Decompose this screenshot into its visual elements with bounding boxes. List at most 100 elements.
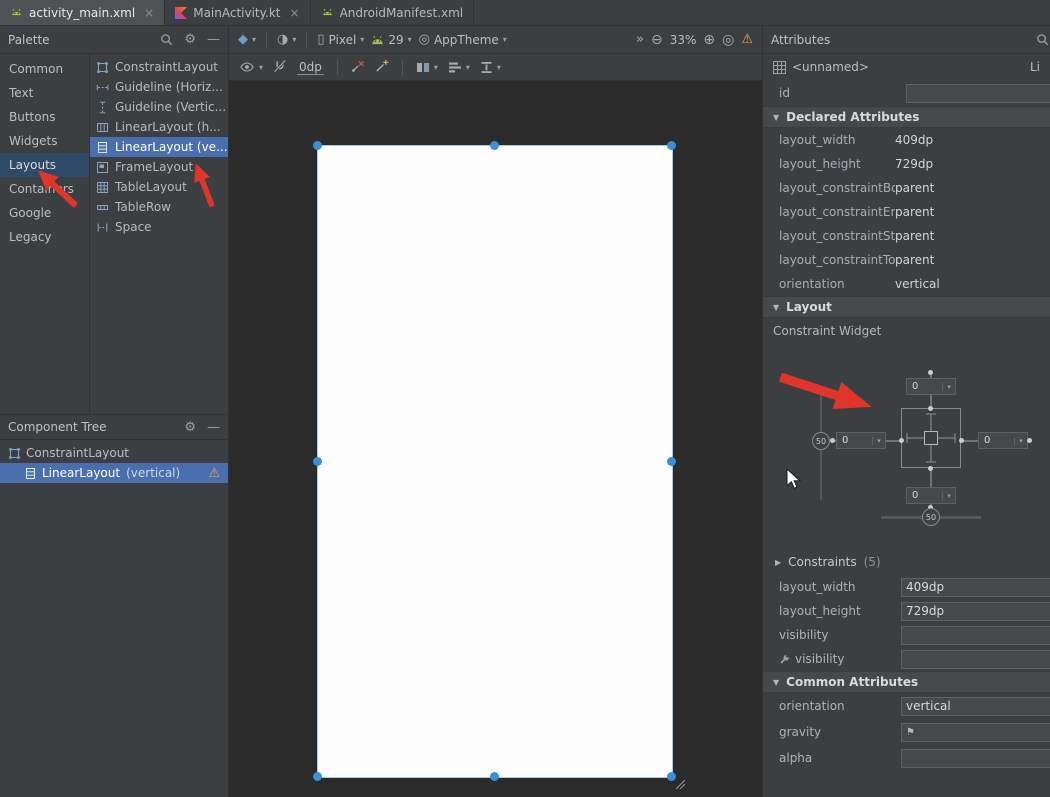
- clear-constraints-button[interactable]: [351, 59, 365, 76]
- zoom-to-fit-button[interactable]: ◎: [722, 33, 734, 47]
- margin-bottom-dropdown[interactable]: 0▾: [906, 487, 956, 504]
- tree-item-linearlayout-vertical[interactable]: LinearLayout(vertical) ⚠: [0, 463, 228, 483]
- minimize-icon[interactable]: —: [207, 421, 220, 434]
- close-icon[interactable]: ×: [290, 6, 300, 20]
- warning-icon[interactable]: ⚠: [208, 467, 220, 480]
- tab-activity-main-xml[interactable]: activity_main.xml ×: [0, 0, 165, 25]
- declared-row[interactable]: orientationvertical: [763, 272, 1050, 296]
- zoom-out-button[interactable]: ⊖: [651, 33, 663, 47]
- space-icon: [96, 221, 109, 234]
- align-menu[interactable]: ▾: [448, 61, 470, 74]
- palette-item-linearlayout-vertical[interactable]: LinearLayout (ve...: [90, 137, 228, 157]
- declared-row[interactable]: layout_constraintBottoparent: [763, 176, 1050, 200]
- palette-item-linearlayout-horizontal[interactable]: LinearLayout (h...: [90, 117, 228, 137]
- declared-row[interactable]: layout_constraintStart_parent: [763, 224, 1050, 248]
- autoconnect-toggle[interactable]: [273, 59, 287, 76]
- palette-category-google[interactable]: Google: [0, 201, 89, 225]
- palette-item-tablelayout[interactable]: TableLayout: [90, 177, 228, 197]
- close-icon[interactable]: ×: [144, 6, 154, 20]
- layout-height-input[interactable]: [901, 602, 1050, 621]
- margin-top-dropdown[interactable]: 0▾: [906, 378, 956, 395]
- constraint-anchor-dot[interactable]: [1027, 438, 1032, 443]
- selection-handle-top-center[interactable]: [490, 141, 499, 150]
- palette-item-guideline-horizontal[interactable]: Guideline (Horiz...: [90, 77, 228, 97]
- pack-menu[interactable]: ▾: [416, 61, 438, 74]
- constraint-widget[interactable]: 0▾ 0▾ 0▾ 0▾ 50 50: [763, 344, 1050, 549]
- layout-section[interactable]: ▼ Layout: [763, 296, 1050, 318]
- palette-item-framelayout[interactable]: FrameLayout: [90, 157, 228, 177]
- palette-category-widgets[interactable]: Widgets: [0, 129, 89, 153]
- visibility-input[interactable]: [901, 626, 1050, 645]
- search-icon[interactable]: [160, 33, 173, 46]
- declared-row[interactable]: layout_constraintEnd_tparent: [763, 200, 1050, 224]
- palette-category-text[interactable]: Text: [0, 81, 89, 105]
- api-level-selector[interactable]: 29▾: [371, 33, 411, 47]
- alpha-input[interactable]: [901, 749, 1050, 768]
- tab-mainactivity-kt[interactable]: MainActivity.kt ×: [165, 0, 310, 25]
- night-mode-selector[interactable]: ◑▾: [277, 33, 296, 46]
- selection-handle-middle-right[interactable]: [667, 457, 676, 466]
- declared-attributes-section[interactable]: ▼ Declared Attributes: [763, 106, 1050, 128]
- constraint-anchor-dot[interactable]: [928, 466, 933, 471]
- selection-handle-bottom-left[interactable]: [313, 772, 322, 781]
- layout-width-input[interactable]: [901, 578, 1050, 597]
- default-margin-selector[interactable]: 0dp: [297, 60, 324, 75]
- design-canvas[interactable]: [229, 81, 762, 797]
- palette-category-layouts[interactable]: Layouts: [0, 153, 89, 177]
- minimize-icon[interactable]: —: [207, 33, 220, 46]
- vertical-bias-handle[interactable]: 50: [812, 432, 830, 450]
- selection-handle-top-left[interactable]: [313, 141, 322, 150]
- design-surface-selector[interactable]: ◆▾: [238, 33, 256, 46]
- selection-handle-middle-left[interactable]: [313, 457, 322, 466]
- resize-grip-icon[interactable]: [676, 780, 685, 789]
- declared-row[interactable]: layout_height729dp: [763, 152, 1050, 176]
- device-artboard[interactable]: [318, 146, 672, 777]
- selection-handle-bottom-center[interactable]: [490, 772, 499, 781]
- constraint-anchor-dot[interactable]: [928, 370, 933, 375]
- constraint-anchor-dot[interactable]: [959, 438, 964, 443]
- render-warning-icon[interactable]: ⚠: [741, 33, 753, 46]
- attributes-panel: Attributes <unnamed> Li id ▼ Declared At…: [762, 26, 1050, 797]
- palette-category-buttons[interactable]: Buttons: [0, 105, 89, 129]
- horizontal-bias-handle[interactable]: 50: [922, 508, 940, 526]
- constraints-group-row[interactable]: ▶ Constraints (5): [763, 549, 1050, 575]
- gravity-flag-icon[interactable]: ⚑: [906, 727, 915, 738]
- constraint-widget-square[interactable]: [901, 408, 961, 468]
- palette-item-constraintlayout[interactable]: ConstraintLayout: [90, 57, 228, 77]
- tree-item-constraintlayout[interactable]: ConstraintLayout: [0, 443, 228, 463]
- selection-handle-bottom-right[interactable]: [667, 772, 676, 781]
- declared-row[interactable]: layout_constraintTop_tparent: [763, 248, 1050, 272]
- zoom-level: 33%: [670, 33, 697, 47]
- tools-visibility-input[interactable]: [901, 650, 1050, 669]
- orientation-input[interactable]: [901, 697, 1050, 716]
- palette-category-common[interactable]: Common: [0, 57, 89, 81]
- palette-item-guideline-vertical[interactable]: Guideline (Vertic...: [90, 97, 228, 117]
- theme-selector[interactable]: ◎AppTheme▾: [419, 33, 507, 47]
- design-editor: ◆▾ ◑▾ ▯Pixel▾ 29▾ ◎AppTheme▾ » ⊖ 33% ⊕ ◎…: [229, 26, 762, 797]
- id-input[interactable]: [906, 84, 1050, 103]
- overflow-chevrons-icon[interactable]: »: [636, 33, 644, 46]
- palette-category-legacy[interactable]: Legacy: [0, 225, 89, 249]
- margin-right-dropdown[interactable]: 0▾: [978, 432, 1028, 449]
- constraint-anchor-dot[interactable]: [830, 438, 835, 443]
- theme-icon: ◎: [419, 33, 430, 46]
- view-options[interactable]: ▾: [239, 59, 263, 75]
- zoom-in-button[interactable]: ⊕: [703, 33, 715, 47]
- gear-icon[interactable]: ⚙: [184, 421, 196, 434]
- device-selector[interactable]: ▯Pixel▾: [317, 33, 364, 47]
- constraint-anchor-dot[interactable]: [899, 438, 904, 443]
- infer-constraints-button[interactable]: [375, 59, 389, 76]
- declared-row[interactable]: layout_width409dp: [763, 128, 1050, 152]
- gravity-input[interactable]: ⚑: [901, 723, 1050, 742]
- selection-handle-top-right[interactable]: [667, 141, 676, 150]
- tab-androidmanifest-xml[interactable]: AndroidManifest.xml: [311, 0, 475, 25]
- constraint-anchor-dot[interactable]: [928, 406, 933, 411]
- search-icon[interactable]: [1036, 33, 1049, 46]
- distribute-menu[interactable]: ▾: [480, 61, 501, 74]
- gear-icon[interactable]: ⚙: [184, 33, 196, 46]
- palette-category-containers[interactable]: Containers: [0, 177, 89, 201]
- palette-item-tablerow[interactable]: TableRow: [90, 197, 228, 217]
- margin-left-dropdown[interactable]: 0▾: [836, 432, 886, 449]
- palette-item-space[interactable]: Space: [90, 217, 228, 237]
- common-attributes-section[interactable]: ▼ Common Attributes: [763, 671, 1050, 693]
